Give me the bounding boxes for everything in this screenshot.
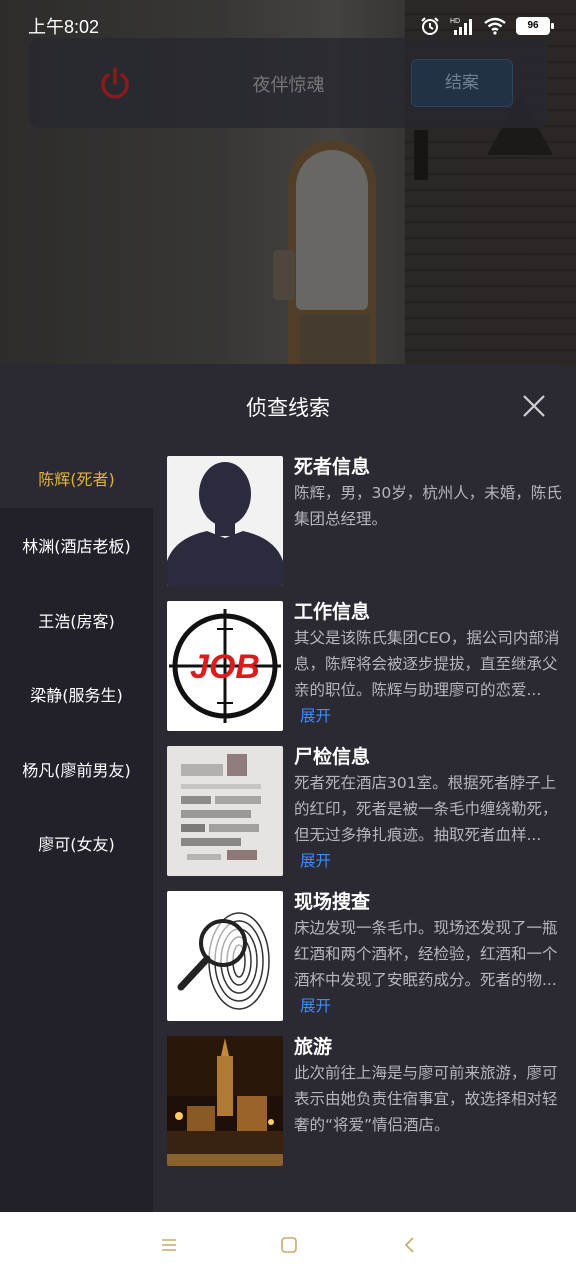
shanghai-night-image: [167, 1036, 283, 1166]
clue-card[interactable]: 尸检信息 死者死在酒店301室。根据死者脖子上的红印，死者是被一条毛巾缠绕勒死，…: [167, 746, 576, 891]
sidebar-item-victim[interactable]: 陈辉(死者): [0, 448, 153, 508]
hd-label: HD: [450, 18, 460, 25]
autopsy-report-image: [167, 746, 283, 876]
sheet-header: 侦查线索: [0, 364, 576, 448]
end-case-button[interactable]: 结案: [411, 59, 513, 107]
home-icon[interactable]: [280, 1236, 298, 1254]
expand-link[interactable]: 展开: [300, 852, 331, 870]
job-target-image: JOB: [167, 601, 283, 731]
wifi-icon: [484, 17, 506, 35]
clue-card[interactable]: 现场搜查 床边发现一条毛巾。现场还发现了一瓶红酒和两个酒杯，经检验，红酒和一个酒…: [167, 891, 576, 1036]
status-icons: HD 96: [420, 16, 554, 36]
expand-link[interactable]: 展开: [300, 707, 331, 725]
clue-list: 死者信息 陈辉，男，30岁，杭州人，未婚，陈氏集团总经理。 JOB 工作信息 其…: [153, 448, 576, 1212]
system-nav-bar: [0, 1212, 576, 1280]
clue-sheet: 侦查线索 陈辉(死者) 林渊(酒店老板) 王浩(房客) 梁静(服务生) 杨凡(廖…: [0, 364, 576, 1212]
suspect-sidebar: 陈辉(死者) 林渊(酒店老板) 王浩(房客) 梁静(服务生) 杨凡(廖前男友) …: [0, 448, 153, 1212]
clue-card[interactable]: JOB 工作信息 其父是该陈氏集团CEO，据公司内部消息，陈辉将会被逐步提拔，直…: [167, 601, 576, 746]
status-bar: 上午8:02 HD 96: [0, 0, 576, 52]
battery-icon: 96: [516, 17, 554, 35]
fingerprint-magnifier-image: [167, 891, 283, 1021]
clue-title: 工作信息: [294, 601, 371, 623]
battery-level: 96: [516, 17, 550, 35]
close-icon[interactable]: [522, 394, 546, 418]
sidebar-item-waiter[interactable]: 梁静(服务生): [0, 657, 153, 732]
signal-icon: HD: [450, 18, 472, 35]
alarm-icon: [421, 17, 439, 35]
silhouette-image: [167, 456, 283, 586]
sidebar-item-hotel-owner[interactable]: 林渊(酒店老板): [0, 508, 153, 583]
clue-title: 死者信息: [294, 456, 371, 478]
job-label: JOB: [190, 648, 260, 686]
clue-card[interactable]: 死者信息 陈辉，男，30岁，杭州人，未婚，陈氏集团总经理。: [167, 456, 576, 601]
status-time: 上午8:02: [28, 17, 100, 37]
clue-title: 现场搜查: [294, 891, 371, 913]
clue-desc: 陈辉，男，30岁，杭州人，未婚，陈氏集团总经理。: [294, 484, 562, 528]
clue-title: 旅游: [294, 1036, 333, 1058]
clue-desc: 死者死在酒店301室。根据死者脖子上的红印，死者是被一条毛巾缠绕勒死，但无过多挣…: [294, 774, 558, 870]
sidebar-item-guest[interactable]: 王浩(房客): [0, 583, 153, 658]
sidebar-item-girlfriend[interactable]: 廖可(女友): [0, 806, 153, 881]
clue-title: 尸检信息: [294, 746, 371, 768]
clue-desc: 其父是该陈氏集团CEO，据公司内部消息，陈辉将会被逐步提拔，直至继承父亲的职位。…: [294, 629, 560, 725]
sheet-body: 陈辉(死者) 林渊(酒店老板) 王浩(房客) 梁静(服务生) 杨凡(廖前男友) …: [0, 448, 576, 1212]
back-icon[interactable]: [402, 1236, 420, 1254]
sheet-title: 侦查线索: [246, 396, 330, 420]
expand-link[interactable]: 展开: [300, 997, 331, 1015]
clue-card[interactable]: 旅游 此次前往上海是与廖可前来旅游，廖可表示由她负责住宿事宜，故选择相对轻奢的“…: [167, 1036, 576, 1181]
clue-desc: 床边发现一条毛巾。现场还发现了一瓶红酒和两个酒杯，经检验，红酒和一个酒杯中发现了…: [294, 919, 558, 1015]
menu-icon[interactable]: [160, 1236, 178, 1254]
clue-desc: 此次前往上海是与廖可前来旅游，廖可表示由她负责住宿事宜，故选择相对轻奢的“将爱”…: [294, 1064, 558, 1134]
sidebar-item-ex-boyfriend[interactable]: 杨凡(廖前男友): [0, 732, 153, 807]
